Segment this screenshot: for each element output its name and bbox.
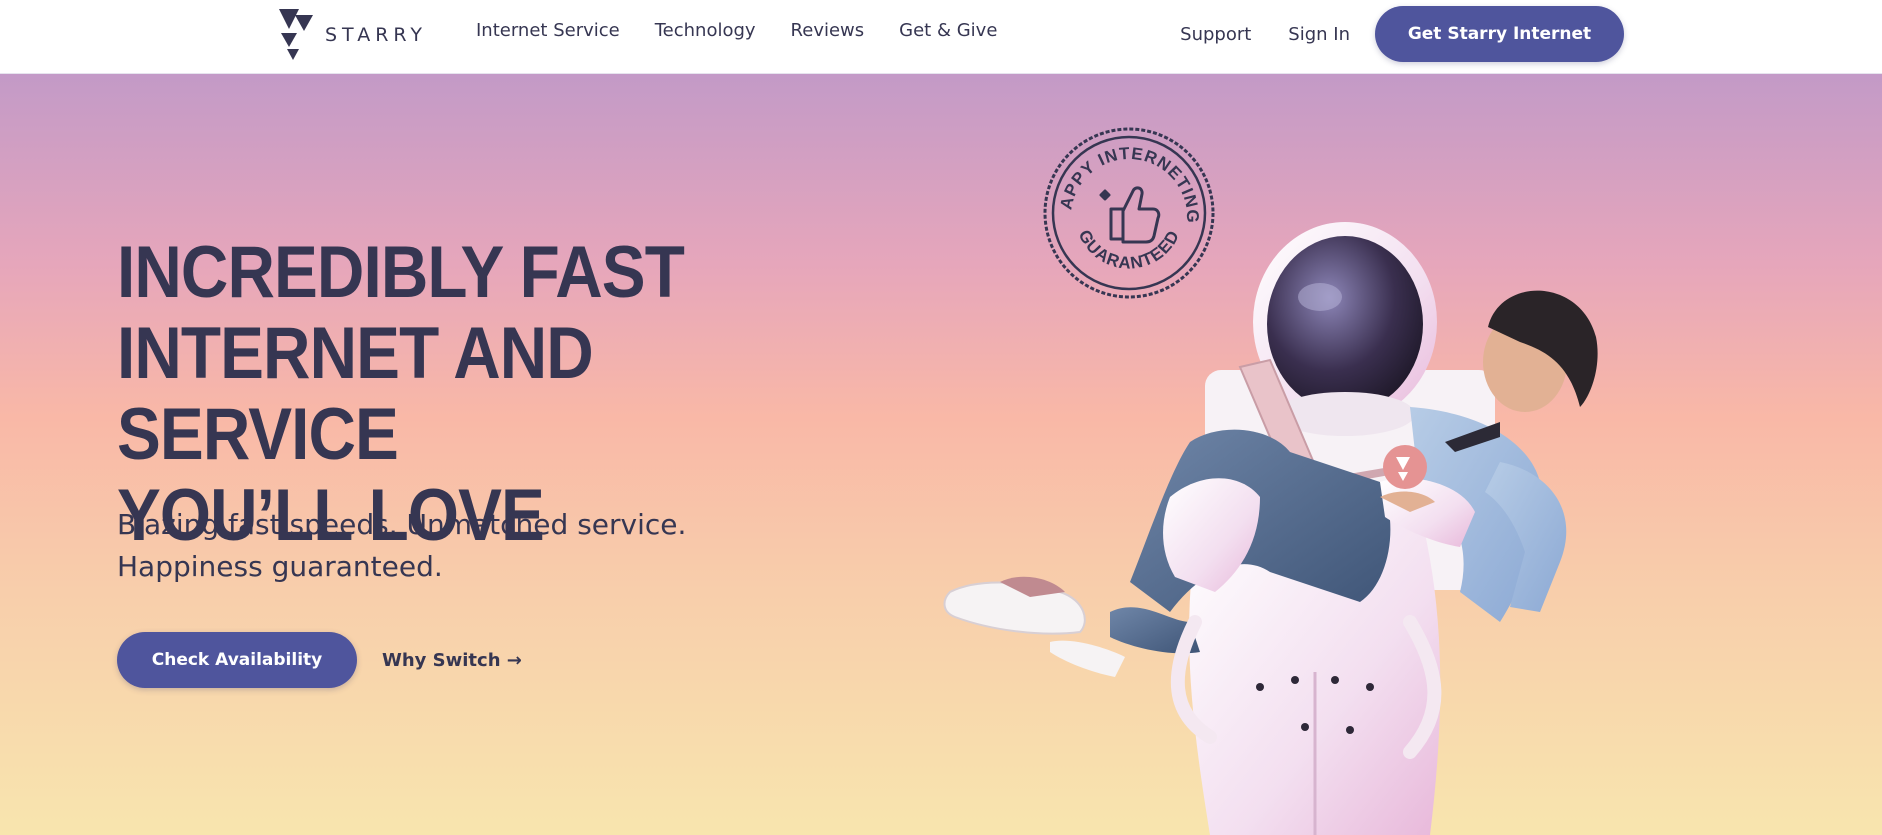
get-starry-internet-button[interactable]: Get Starry Internet <box>1375 6 1624 62</box>
subhead-line: Blazing fast speeds. Unmatched service. <box>117 508 687 541</box>
nav-support[interactable]: Support <box>1180 24 1251 45</box>
astronaut-carrying-man-image <box>943 222 1598 835</box>
top-navigation: STARRY Internet Service Technology Revie… <box>0 0 1882 74</box>
check-availability-button[interactable]: Check Availability <box>117 632 357 688</box>
headline-line: INTERNET AND SERVICE <box>117 313 594 475</box>
subhead-line: Happiness guaranteed. <box>117 550 443 583</box>
starry-logo[interactable]: STARRY <box>277 9 427 60</box>
hero-section: INCREDIBLY FAST INTERNET AND SERVICE YOU… <box>0 74 1882 835</box>
nav-reviews[interactable]: Reviews <box>791 20 865 41</box>
nav-technology[interactable]: Technology <box>655 20 756 41</box>
why-switch-link[interactable]: Why Switch → <box>382 650 522 671</box>
nav-get-and-give[interactable]: Get & Give <box>899 20 997 41</box>
hero-subheadline: Blazing fast speeds. Unmatched service. … <box>117 504 757 588</box>
nav-sign-in[interactable]: Sign In <box>1288 24 1350 45</box>
primary-nav: Internet Service Technology Reviews Get … <box>476 20 997 41</box>
hero-cta-row: Check Availability Why Switch → <box>117 632 522 688</box>
headline-line: INCREDIBLY FAST <box>117 232 685 313</box>
logo-wordmark: STARRY <box>325 24 427 46</box>
starry-triangles-logo-icon <box>279 9 313 60</box>
secondary-nav: Support Sign In Get Starry Internet <box>1180 6 1624 62</box>
nav-internet-service[interactable]: Internet Service <box>476 20 620 41</box>
